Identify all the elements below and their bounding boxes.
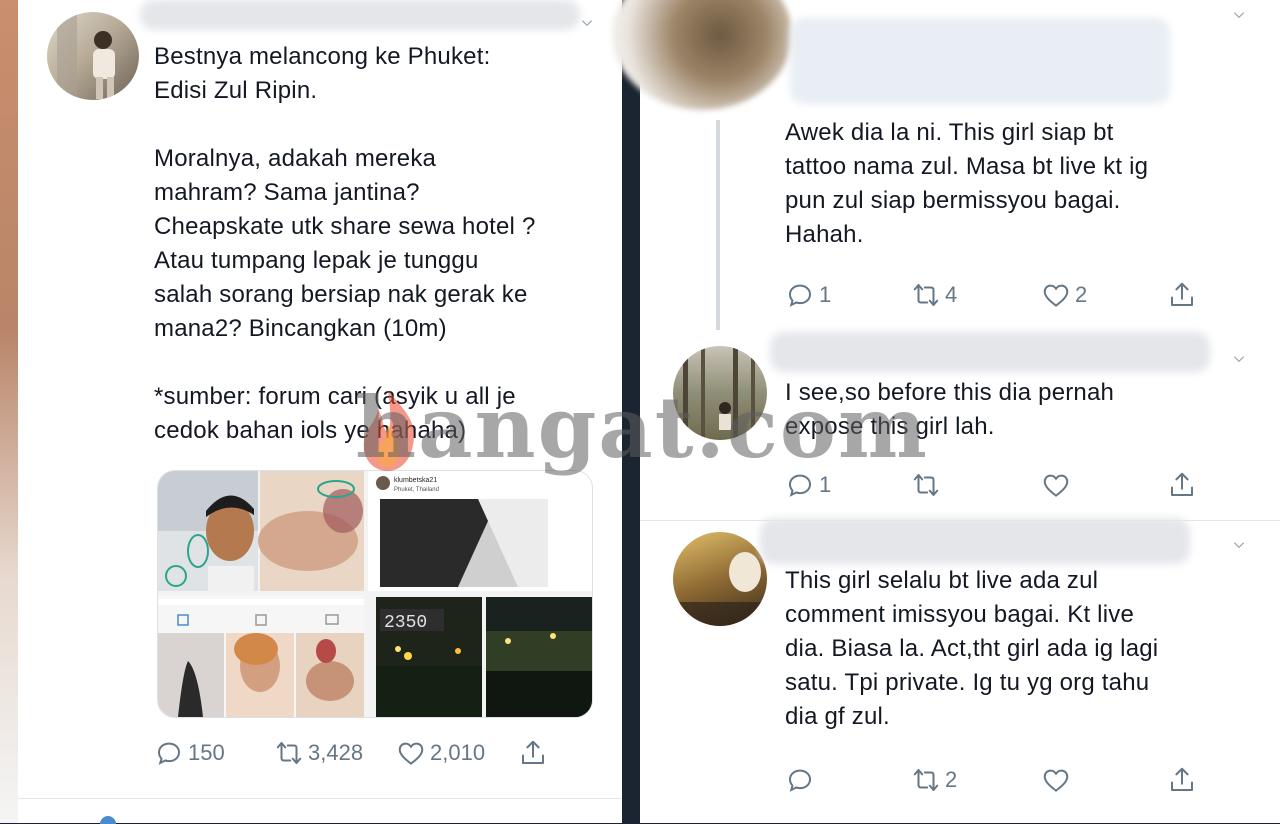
share-icon <box>1167 765 1197 795</box>
share-button[interactable] <box>1167 280 1197 310</box>
like-icon <box>1041 765 1071 795</box>
avatar[interactable] <box>47 12 139 100</box>
share-button[interactable] <box>1167 470 1197 500</box>
like-button[interactable] <box>1041 765 1167 795</box>
like-icon <box>1041 470 1071 500</box>
avatar-photo <box>673 552 767 626</box>
share-icon <box>1167 470 1197 500</box>
retweet-icon <box>911 280 941 310</box>
retweet-button[interactable] <box>911 470 1041 500</box>
chevron-down-icon[interactable] <box>1232 8 1246 22</box>
chevron-down-icon[interactable] <box>1232 538 1246 552</box>
divider <box>18 798 622 799</box>
tweet-actions-1: 1 4 2 <box>785 280 1205 310</box>
tweet-media[interactable]: klumbetska21 Phuket, Thailand 2350 <box>157 470 593 718</box>
retweet-button[interactable]: 4 <box>911 280 1041 310</box>
retweet-count: 2 <box>945 767 958 792</box>
watermark: hangat.com <box>355 378 929 477</box>
like-count: 2 <box>1075 282 1088 307</box>
like-button[interactable]: 2 <box>1041 280 1167 310</box>
share-button[interactable] <box>1167 765 1197 795</box>
reply-icon <box>785 765 815 795</box>
ig-username: klumbetska21 <box>394 477 437 484</box>
avatar-figure <box>57 12 115 100</box>
reply-button[interactable]: 1 <box>785 280 911 310</box>
tweet-actions: 150 3,428 2,010 <box>154 738 564 768</box>
clock-counter: 2350 <box>384 613 427 633</box>
chevron-down-icon[interactable] <box>1232 352 1246 366</box>
tweet-actions-3: 2 <box>785 765 1205 795</box>
share-button[interactable] <box>518 738 548 768</box>
like-count: 2,010 <box>430 740 486 765</box>
media-collage: klumbetska21 Phuket, Thailand 2350 <box>158 471 592 717</box>
reply-count: 1 <box>819 282 832 307</box>
reply-text-3: This girl selalu bt live ada zul comment… <box>785 567 1159 730</box>
retweet-icon <box>274 738 304 768</box>
blurred-username <box>140 0 580 30</box>
reply-button[interactable]: 150 <box>154 738 274 768</box>
retweet-count: 4 <box>945 282 958 307</box>
reply-icon <box>785 280 815 310</box>
like-button[interactable]: 2,010 <box>396 738 518 768</box>
retweet-button[interactable]: 2 <box>911 765 1041 795</box>
reply-button[interactable] <box>785 765 911 795</box>
retweet-button[interactable]: 3,428 <box>274 738 396 768</box>
ig-location: Phuket, Thailand <box>394 487 439 493</box>
share-icon <box>1167 280 1197 310</box>
share-icon <box>518 738 548 768</box>
reply-icon <box>154 738 184 768</box>
like-icon <box>1041 280 1071 310</box>
chevron-down-icon[interactable] <box>580 16 594 30</box>
background-photo-edge <box>0 0 18 823</box>
reply-text-1: Awek dia la ni. This girl siap bt tattoo… <box>785 119 1149 248</box>
like-icon <box>396 738 426 768</box>
avatar[interactable] <box>673 532 767 626</box>
retweet-count: 3,428 <box>308 740 364 765</box>
like-button[interactable] <box>1041 470 1167 500</box>
retweet-icon <box>911 765 941 795</box>
blurred-username <box>760 518 1190 564</box>
thread-line <box>716 120 720 330</box>
blurred-username <box>770 332 1210 372</box>
reply-count: 150 <box>188 740 225 765</box>
blurred-username <box>790 18 1170 104</box>
